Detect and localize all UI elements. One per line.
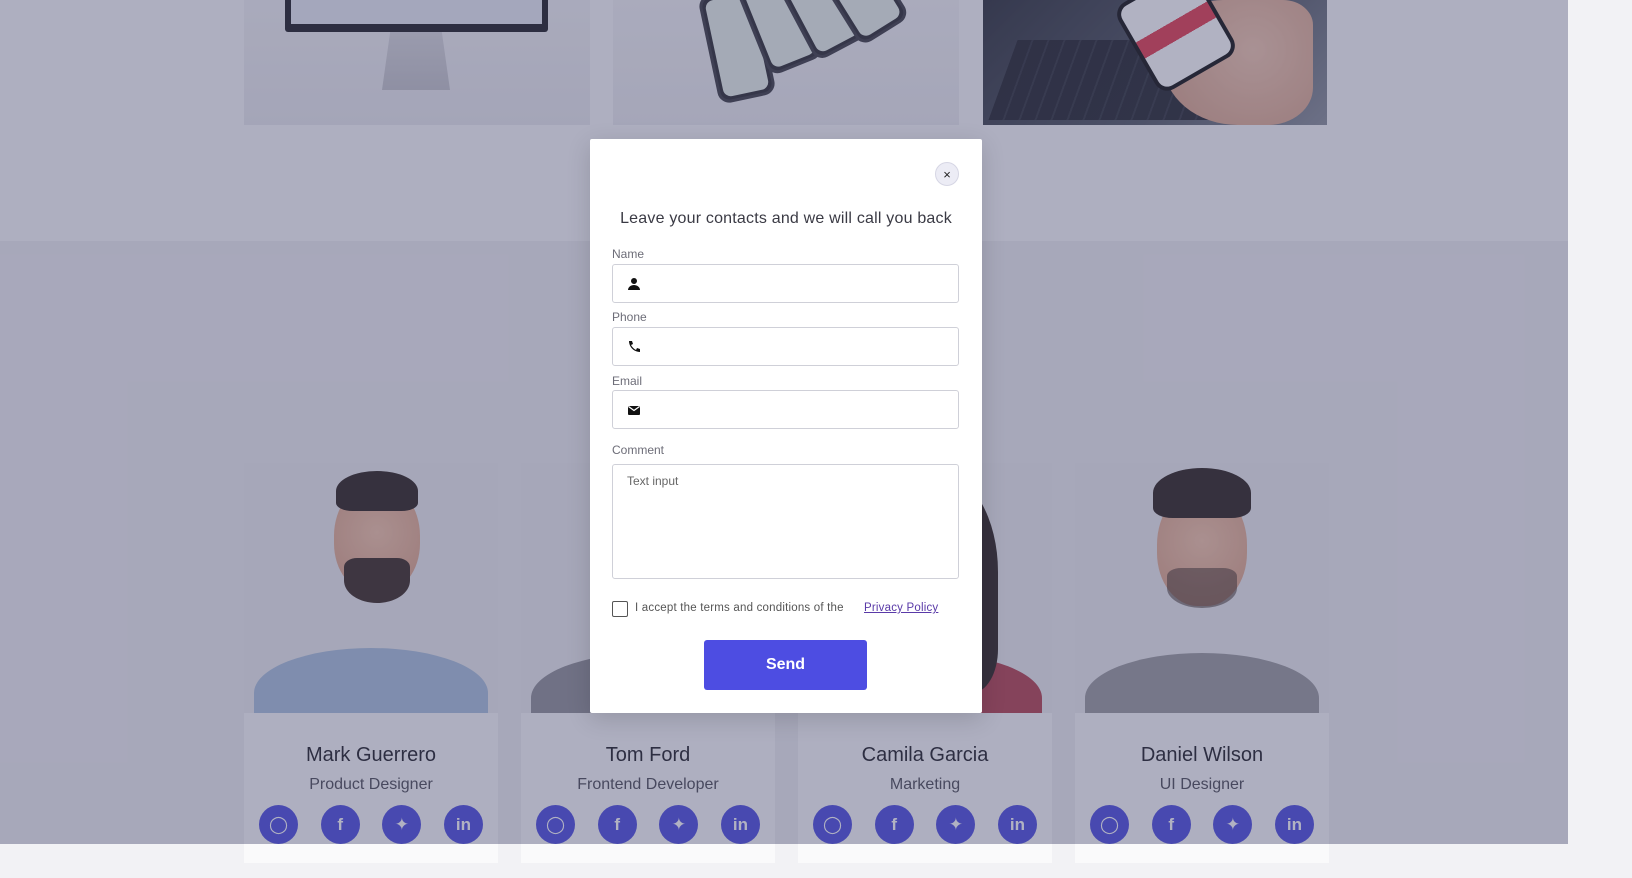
name-field-box: [612, 264, 959, 303]
phone-input[interactable]: [649, 328, 949, 365]
name-input[interactable]: [649, 265, 949, 302]
close-icon: ×: [943, 166, 951, 182]
comment-input[interactable]: [627, 474, 947, 569]
comment-field-box: [612, 464, 959, 579]
person-icon: [628, 278, 640, 290]
phone-field-box: [612, 327, 959, 366]
phone-label: Phone: [612, 310, 647, 324]
privacy-policy-link[interactable]: Privacy Policy: [864, 602, 938, 614]
email-input[interactable]: [649, 391, 949, 428]
close-button[interactable]: ×: [935, 162, 959, 186]
phone-icon: [629, 341, 640, 352]
contact-modal: × Leave your contacts and we will call y…: [590, 139, 982, 713]
modal-title: Leave your contacts and we will call you…: [620, 210, 952, 227]
name-label: Name: [612, 247, 645, 261]
terms-checkbox[interactable]: [612, 601, 628, 617]
mail-icon: [628, 406, 640, 415]
terms-text: I accept the terms and conditions of the: [635, 602, 844, 614]
send-button[interactable]: Send: [704, 640, 867, 690]
comment-label: Comment: [612, 443, 665, 457]
email-field-box: [612, 390, 959, 429]
email-label: Email: [612, 374, 643, 388]
